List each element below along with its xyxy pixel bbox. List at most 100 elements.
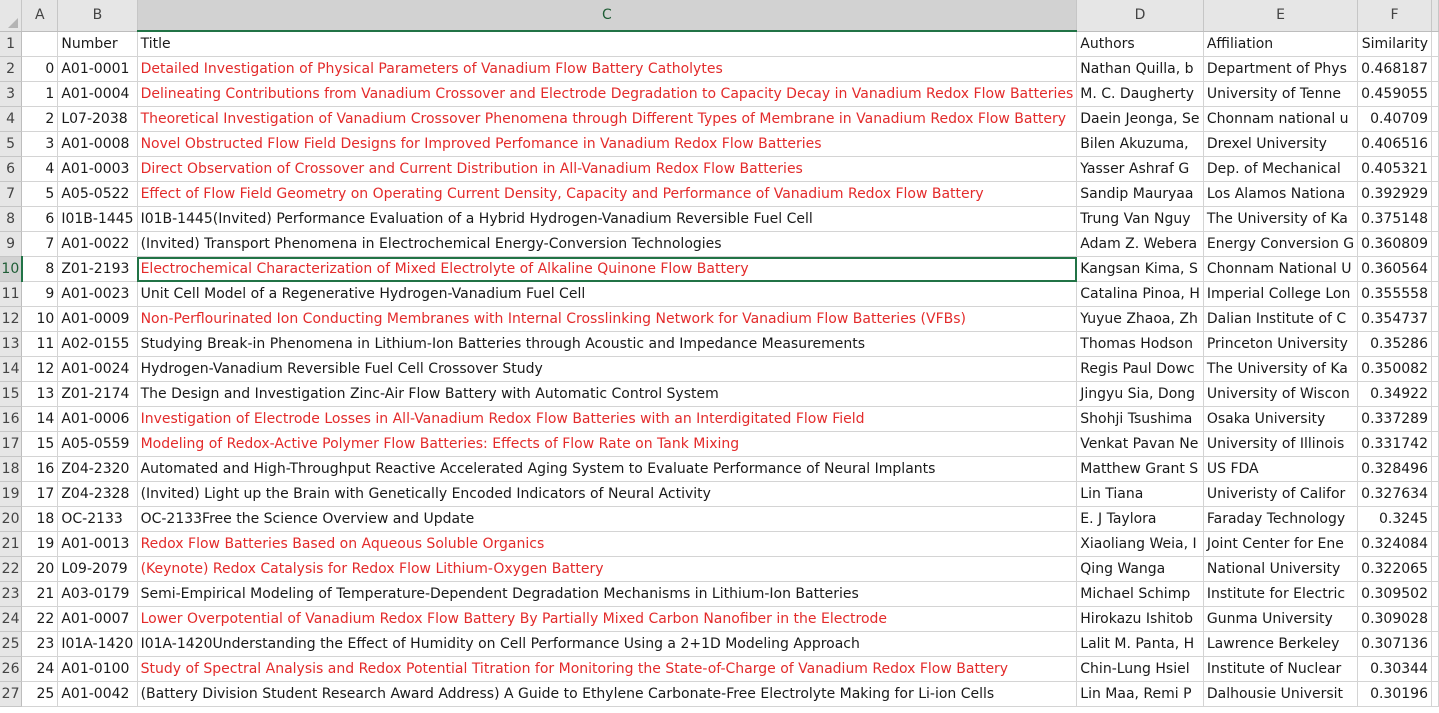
cell-c-title[interactable]: Effect of Flow Field Geometry on Operati… bbox=[137, 181, 1078, 207]
cell-b[interactable]: I01B-1445 bbox=[57, 206, 138, 232]
cell-c-title[interactable]: (Battery Division Student Research Award… bbox=[137, 681, 1078, 707]
cell-d-authors[interactable]: Yasser Ashraf G bbox=[1076, 156, 1204, 182]
column-header-a[interactable]: A bbox=[21, 0, 59, 32]
cell-a[interactable]: 11 bbox=[21, 331, 59, 357]
cell-e-affiliation[interactable]: Imperial College Lon bbox=[1203, 281, 1359, 307]
row-number[interactable]: 26 bbox=[0, 656, 23, 682]
cell-g[interactable] bbox=[1431, 581, 1439, 607]
cell-c-title[interactable]: Study of Spectral Analysis and Redox Pot… bbox=[137, 656, 1078, 682]
row-number[interactable]: 27 bbox=[0, 681, 23, 707]
cell-f-similarity[interactable]: 0.30344 bbox=[1357, 656, 1432, 682]
cell-f-similarity[interactable]: 0.405321 bbox=[1357, 156, 1432, 182]
cell-c-title[interactable]: Unit Cell Model of a Regenerative Hydrog… bbox=[137, 281, 1078, 307]
cell-f-similarity[interactable]: 0.459055 bbox=[1357, 81, 1432, 107]
cell-g[interactable] bbox=[1431, 506, 1439, 532]
cell-c-title[interactable]: Hydrogen-Vanadium Reversible Fuel Cell C… bbox=[137, 356, 1078, 382]
cell-d-authors[interactable]: Catalina Pinoa, H bbox=[1076, 281, 1204, 307]
cell-d-authors[interactable]: Bilen Akuzuma, bbox=[1076, 131, 1204, 157]
row-number[interactable]: 23 bbox=[0, 581, 23, 607]
row-number[interactable]: 4 bbox=[0, 106, 23, 132]
cell-e-affiliation[interactable]: Univeristy of Califor bbox=[1203, 481, 1359, 507]
cell-c-title[interactable]: Electrochemical Characterization of Mixe… bbox=[137, 256, 1078, 282]
row-number[interactable]: 25 bbox=[0, 631, 23, 657]
cell-b[interactable]: A01-0023 bbox=[57, 281, 138, 307]
cell-f-similarity[interactable]: 0.337289 bbox=[1357, 406, 1432, 432]
cell-c-title[interactable]: Novel Obstructed Flow Field Designs for … bbox=[137, 131, 1078, 157]
cell-e-affiliation[interactable]: US FDA bbox=[1203, 456, 1359, 482]
cell-e-affiliation[interactable]: Institute of Nuclear bbox=[1203, 656, 1359, 682]
cell-b[interactable]: A05-0559 bbox=[57, 431, 138, 457]
cell-a[interactable]: 25 bbox=[21, 681, 59, 707]
row-number[interactable]: 2 bbox=[0, 56, 23, 82]
cell-c-title[interactable]: I01A-1420Understanding the Effect of Hum… bbox=[137, 631, 1078, 657]
cell-d-authors[interactable]: Daein Jeonga, Se bbox=[1076, 106, 1204, 132]
cell-e-affiliation[interactable]: National University bbox=[1203, 556, 1359, 582]
cell-e-affiliation[interactable]: Drexel University bbox=[1203, 131, 1359, 157]
cell-d-authors[interactable]: Adam Z. Webera bbox=[1076, 231, 1204, 257]
cell-c-title[interactable]: Non-Perflourinated Ion Conducting Membra… bbox=[137, 306, 1078, 332]
cell-e-affiliation[interactable]: The University of Ka bbox=[1203, 206, 1359, 232]
cell-c-title[interactable]: OC-2133Free the Science Overview and Upd… bbox=[137, 506, 1078, 532]
cell-e-affiliation[interactable]: Affiliation bbox=[1203, 31, 1359, 57]
cell-a[interactable]: 0 bbox=[21, 56, 59, 82]
cell-b[interactable]: A01-0008 bbox=[57, 131, 138, 157]
cell-a[interactable]: 14 bbox=[21, 406, 59, 432]
cell-b[interactable]: A05-0522 bbox=[57, 181, 138, 207]
cell-b[interactable]: A01-0022 bbox=[57, 231, 138, 257]
cell-c-title[interactable]: (Invited) Light up the Brain with Geneti… bbox=[137, 481, 1078, 507]
cell-a[interactable]: 1 bbox=[21, 81, 59, 107]
cell-b[interactable]: A01-0001 bbox=[57, 56, 138, 82]
cell-g[interactable] bbox=[1431, 406, 1439, 432]
cell-a[interactable]: 6 bbox=[21, 206, 59, 232]
cell-f-similarity[interactable]: 0.392929 bbox=[1357, 181, 1432, 207]
row-number[interactable]: 17 bbox=[0, 431, 23, 457]
cell-f-similarity[interactable]: 0.307136 bbox=[1357, 631, 1432, 657]
cell-f-similarity[interactable]: 0.331742 bbox=[1357, 431, 1432, 457]
cell-a[interactable]: 16 bbox=[21, 456, 59, 482]
cell-d-authors[interactable]: Hirokazu Ishitob bbox=[1076, 606, 1204, 632]
cell-d-authors[interactable]: Kangsan Kima, S bbox=[1076, 256, 1204, 282]
cell-b[interactable]: A01-0009 bbox=[57, 306, 138, 332]
cell-d-authors[interactable]: Xiaoliang Weia, I bbox=[1076, 531, 1204, 557]
cell-b[interactable]: A02-0155 bbox=[57, 331, 138, 357]
cell-e-affiliation[interactable]: Chonnam National U bbox=[1203, 256, 1359, 282]
cell-f-similarity[interactable]: 0.35286 bbox=[1357, 331, 1432, 357]
cell-f-similarity[interactable]: 0.3245 bbox=[1357, 506, 1432, 532]
cell-g[interactable] bbox=[1431, 356, 1439, 382]
cell-a[interactable]: 8 bbox=[21, 256, 59, 282]
cell-d-authors[interactable]: Authors bbox=[1076, 31, 1204, 57]
cell-f-similarity[interactable]: 0.406516 bbox=[1357, 131, 1432, 157]
cell-g[interactable] bbox=[1431, 381, 1439, 407]
cell-a[interactable]: 20 bbox=[21, 556, 59, 582]
cell-a[interactable]: 15 bbox=[21, 431, 59, 457]
cell-b[interactable]: A01-0007 bbox=[57, 606, 138, 632]
row-number[interactable]: 8 bbox=[0, 206, 23, 232]
row-number[interactable]: 13 bbox=[0, 331, 23, 357]
cell-c-title[interactable]: The Design and Investigation Zinc-Air Fl… bbox=[137, 381, 1078, 407]
cell-b[interactable]: A01-0042 bbox=[57, 681, 138, 707]
cell-a[interactable]: 2 bbox=[21, 106, 59, 132]
cell-f-similarity[interactable]: 0.30196 bbox=[1357, 681, 1432, 707]
cell-g[interactable] bbox=[1431, 631, 1439, 657]
cell-b[interactable]: A01-0100 bbox=[57, 656, 138, 682]
row-number[interactable]: 6 bbox=[0, 156, 23, 182]
cell-c-title[interactable]: Delineating Contributions from Vanadium … bbox=[137, 81, 1078, 107]
cell-a[interactable]: 19 bbox=[21, 531, 59, 557]
cell-e-affiliation[interactable]: Department of Phys bbox=[1203, 56, 1359, 82]
cell-e-affiliation[interactable]: Gunma University bbox=[1203, 606, 1359, 632]
cell-d-authors[interactable]: Venkat Pavan Ne bbox=[1076, 431, 1204, 457]
column-header-f[interactable]: F bbox=[1357, 0, 1432, 32]
cell-f-similarity[interactable]: 0.309502 bbox=[1357, 581, 1432, 607]
cell-a[interactable]: 12 bbox=[21, 356, 59, 382]
cell-a[interactable]: 24 bbox=[21, 656, 59, 682]
cell-c-title[interactable]: Theoretical Investigation of Vanadium Cr… bbox=[137, 106, 1078, 132]
cell-e-affiliation[interactable]: Institute for Electric bbox=[1203, 581, 1359, 607]
cell-e-affiliation[interactable]: The University of Ka bbox=[1203, 356, 1359, 382]
cell-e-affiliation[interactable]: Osaka University bbox=[1203, 406, 1359, 432]
cell-d-authors[interactable]: Matthew Grant S bbox=[1076, 456, 1204, 482]
cell-g[interactable] bbox=[1431, 281, 1439, 307]
cell-c-title[interactable]: (Keynote) Redox Catalysis for Redox Flow… bbox=[137, 556, 1078, 582]
row-number[interactable]: 16 bbox=[0, 406, 23, 432]
row-number[interactable]: 12 bbox=[0, 306, 23, 332]
cell-f-similarity[interactable]: Similarity bbox=[1357, 31, 1432, 57]
